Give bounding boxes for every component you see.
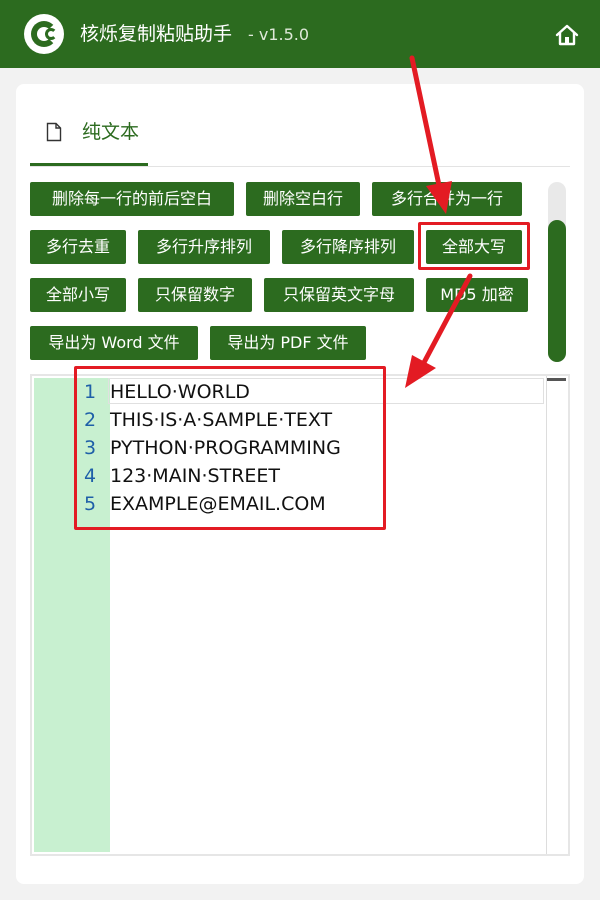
export-word-button[interactable]: 导出为 Word 文件 [30, 326, 198, 360]
keep-digits-button[interactable]: 只保留数字 [138, 278, 252, 312]
app-window: 核烁复制粘贴助手 - v1.5.0 纯文本 删除每一行的前后空白 删除空白行 多… [0, 0, 600, 900]
sort-ascending-button[interactable]: 多行升序排列 [138, 230, 270, 264]
content-card: 纯文本 删除每一行的前后空白 删除空白行 多行合并为一行 多行去重 多行升序排列… [16, 84, 584, 884]
remove-blank-lines-button[interactable]: 删除空白行 [246, 182, 360, 216]
merge-lines-button[interactable]: 多行合并为一行 [372, 182, 522, 216]
lowercase-button[interactable]: 全部小写 [30, 278, 126, 312]
tab-label: 纯文本 [82, 121, 140, 143]
app-title: 核烁复制粘贴助手 [80, 23, 233, 45]
tab-bar: 纯文本 [30, 104, 570, 167]
toolbar-scrollbar-thumb[interactable] [548, 220, 566, 362]
output-text-highlight [74, 366, 386, 530]
home-icon [555, 24, 579, 46]
file-icon [46, 122, 62, 142]
app-version: - v1.5.0 [248, 25, 310, 44]
export-pdf-button[interactable]: 导出为 PDF 文件 [210, 326, 366, 360]
trim-lines-button[interactable]: 删除每一行的前后空白 [30, 182, 234, 216]
title-bar: 核烁复制粘贴助手 - v1.5.0 [0, 0, 600, 68]
editor-scrollbar[interactable] [546, 376, 547, 854]
dedupe-lines-button[interactable]: 多行去重 [30, 230, 126, 264]
app-logo [24, 14, 64, 54]
md5-encrypt-button[interactable]: MD5 加密 [426, 278, 528, 312]
uppercase-button-highlight [418, 222, 530, 270]
tab-plain-text[interactable]: 纯文本 [30, 104, 148, 166]
editor-scroll-marker [547, 378, 566, 381]
sort-descending-button[interactable]: 多行降序排列 [282, 230, 414, 264]
keep-letters-button[interactable]: 只保留英文字母 [264, 278, 414, 312]
home-button[interactable] [554, 22, 580, 48]
logo-small-c-icon [45, 28, 57, 40]
